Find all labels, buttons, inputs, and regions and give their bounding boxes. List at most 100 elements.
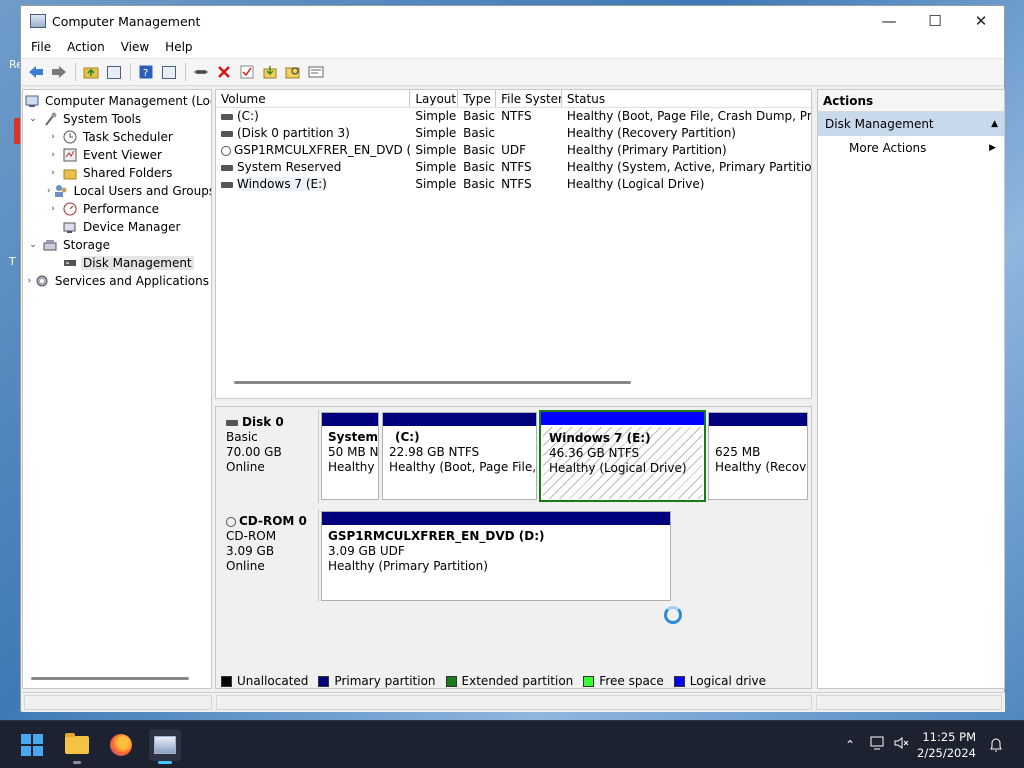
notifications-button[interactable]	[988, 721, 1004, 768]
check-icon[interactable]	[236, 61, 258, 83]
volume-status: Healthy (Boot, Page File, Crash Dump, Pr…	[566, 109, 811, 123]
tree-label: Task Scheduler	[83, 130, 173, 144]
collapse-up-icon[interactable]: ▲	[991, 112, 998, 136]
minimize-button[interactable]: —	[866, 6, 912, 36]
network-icon[interactable]	[870, 736, 886, 754]
tree-item-performance[interactable]: › Performance	[23, 200, 211, 218]
forward-arrow-icon[interactable]	[48, 61, 70, 83]
chevron-right-icon: ›	[51, 204, 55, 214]
legend-item: Extended partition	[445, 674, 573, 688]
menu-file[interactable]: File	[23, 40, 59, 54]
tree-item-local-users[interactable]: › Local Users and Groups	[23, 182, 211, 200]
search-icon[interactable]	[282, 61, 304, 83]
delete-icon[interactable]	[213, 61, 235, 83]
partition-bar	[383, 413, 536, 426]
column-header-volume[interactable]: Volume	[216, 90, 411, 107]
firefox-button[interactable]	[105, 729, 137, 761]
maximize-button[interactable]: ☐	[912, 6, 958, 36]
back-arrow-icon[interactable]	[25, 61, 47, 83]
status-cell	[216, 695, 812, 710]
actions-section-disk-management[interactable]: Disk Management ▲	[818, 112, 1004, 136]
actions-section-label: Disk Management	[825, 117, 934, 131]
legend-label: Free space	[599, 674, 664, 688]
volume-name: Windows 7 (E:)	[237, 177, 327, 191]
partition-title: Windows 7 (E:)	[549, 431, 651, 445]
menu-view[interactable]: View	[113, 40, 157, 54]
disk-0-label[interactable]: Disk 0 Basic 70.00 GB Online	[217, 410, 319, 503]
tree-item-storage[interactable]: ⌄ Storage	[23, 236, 211, 254]
more-actions-item[interactable]: More Actions ▶	[818, 136, 1004, 160]
legend-label: Primary partition	[334, 674, 436, 688]
tree-label: Services and Applications	[54, 274, 209, 288]
partition-recovery[interactable]: 625 MB Healthy (Recove	[708, 412, 808, 500]
cdrom-0-label[interactable]: CD-ROM 0 CD-ROM 3.09 GB Online	[217, 509, 319, 602]
loading-spinner-icon	[664, 606, 682, 624]
partition-e-selected[interactable]: Windows 7 (E:) 46.36 GB NTFS Healthy (Lo…	[539, 410, 706, 502]
table-row[interactable]: System Reserved Simple Basic NTFS Health…	[216, 159, 811, 176]
properties-pane-icon[interactable]	[158, 61, 180, 83]
actions-header: Actions	[818, 90, 1004, 112]
table-row[interactable]: GSP1RMCULXFRER_EN_DVD (D:) Simple Basic …	[216, 142, 811, 159]
volume-list: Volume Layout Type File System Status (C…	[215, 89, 812, 399]
tree-item-shared-folders[interactable]: › Shared Folders	[23, 164, 211, 182]
tree-item-event-viewer[interactable]: › Event Viewer	[23, 146, 211, 164]
legend-swatch	[221, 675, 232, 687]
partition-system-reserved[interactable]: System 50 MB N Healthy	[321, 412, 379, 500]
table-row[interactable]: (Disk 0 partition 3) Simple Basic Health…	[216, 125, 811, 142]
users-icon	[54, 184, 68, 198]
computer-management-window: Computer Management — ☐ ✕ File Action Vi…	[20, 5, 1005, 712]
title-bar[interactable]: Computer Management — ☐ ✕	[21, 6, 1004, 36]
connect-icon[interactable]	[190, 61, 212, 83]
volume-file-system: NTFS	[501, 160, 532, 174]
disk-size: 70.00 GB	[226, 445, 282, 459]
tree-item-system-tools[interactable]: ⌄ System Tools	[23, 110, 211, 128]
status-cell	[816, 695, 1002, 710]
disk-name: CD-ROM 0	[239, 514, 307, 528]
up-folder-icon[interactable]	[80, 61, 102, 83]
disk-state: Online	[226, 460, 265, 474]
volume-muted-icon[interactable]	[894, 736, 910, 754]
tree-item-disk-management[interactable]: Disk Management	[23, 254, 211, 272]
horizontal-scrollbar[interactable]	[31, 677, 189, 680]
column-header-layout[interactable]: Layout	[410, 90, 459, 107]
volume-file-system	[496, 125, 562, 142]
volume-status: Healthy (System, Active, Primary Partiti…	[566, 160, 811, 174]
show-hide-tree-icon[interactable]	[103, 61, 125, 83]
start-button[interactable]	[16, 729, 48, 761]
partition-c[interactable]: (C:) 22.98 GB NTFS Healthy (Boot, Page F…	[382, 412, 537, 500]
more-actions-label: More Actions	[849, 141, 927, 155]
folder-icon	[65, 733, 89, 754]
column-header-status[interactable]: Status	[562, 90, 811, 107]
running-indicator	[73, 761, 81, 764]
partition-status: Healthy (Boot, Page File, C	[389, 460, 537, 474]
clock[interactable]: 11:25 PM 2/25/2024	[917, 729, 976, 761]
import-icon[interactable]	[259, 61, 281, 83]
close-button[interactable]: ✕	[958, 6, 1004, 36]
computer-management-taskbar-button[interactable]	[149, 729, 181, 764]
volume-status: Healthy (Logical Drive)	[566, 177, 705, 191]
menu-help[interactable]: Help	[157, 40, 200, 54]
column-header-file-system[interactable]: File System	[496, 90, 562, 107]
tree-label: System Tools	[63, 112, 142, 126]
legend-swatch	[318, 675, 330, 687]
partition-bar	[322, 413, 378, 426]
table-row[interactable]: Windows 7 (E:) Simple Basic NTFS Healthy…	[216, 176, 811, 193]
tree-item-services[interactable]: › Services and Applications	[23, 272, 211, 290]
help-icon[interactable]: ?	[135, 61, 157, 83]
horizontal-scrollbar[interactable]	[234, 381, 631, 384]
tree-item-device-manager[interactable]: Device Manager	[23, 218, 211, 236]
volume-type: Basic	[463, 160, 495, 174]
tree-label: Local Users and Groups	[73, 184, 212, 198]
file-explorer-button[interactable]	[61, 729, 93, 764]
legend-label: Logical drive	[689, 674, 767, 688]
tree-item-task-scheduler[interactable]: › Task Scheduler	[23, 128, 211, 146]
partition-d[interactable]: GSP1RMCULXFRER_EN_DVD (D:) 3.09 GB UDF H…	[321, 511, 671, 601]
volume-type: Basic	[463, 143, 495, 157]
disk-name: Disk 0	[242, 415, 284, 429]
column-header-type[interactable]: Type	[458, 90, 497, 107]
menu-action[interactable]: Action	[59, 40, 113, 54]
tree-item-root[interactable]: Computer Management (Local	[23, 92, 211, 110]
chevron-up-icon[interactable]: ⌃	[840, 738, 860, 752]
list-icon[interactable]	[305, 61, 327, 83]
table-row[interactable]: (C:) Simple Basic NTFS Healthy (Boot, Pa…	[216, 108, 811, 125]
